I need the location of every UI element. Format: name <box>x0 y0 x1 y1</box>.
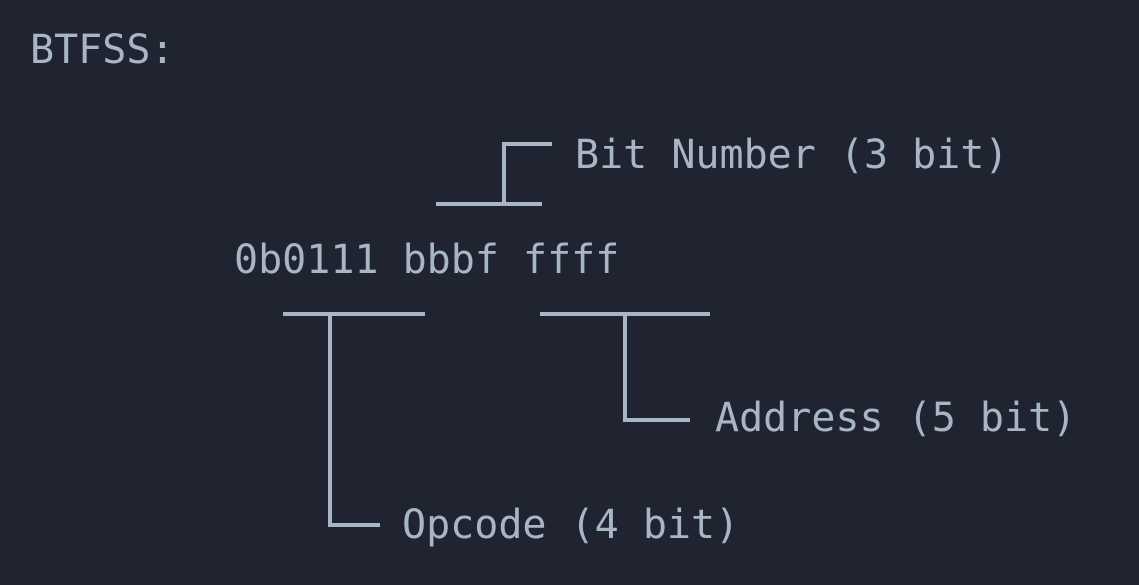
field-label-opcode: Opcode (4 bit) <box>402 505 739 545</box>
instruction-title: BTFSS: <box>30 30 175 70</box>
instruction-encoding-diagram: BTFSS: 0b0111 bbbf ffff Bit Number (3 bi… <box>0 0 1139 585</box>
connector-lines <box>0 0 1139 585</box>
encoding-pattern: 0b0111 bbbf ffff <box>234 240 619 280</box>
field-label-address: Address (5 bit) <box>715 398 1076 438</box>
field-label-bit-number: Bit Number (3 bit) <box>575 135 1008 175</box>
